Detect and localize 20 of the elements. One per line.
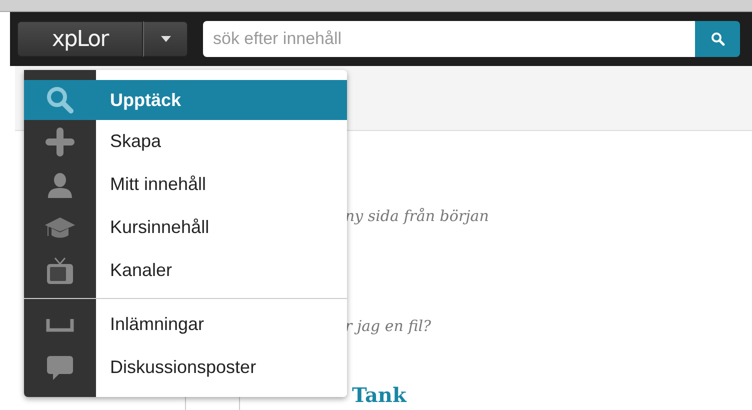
menu-item[interactable]: Kanaler xyxy=(24,249,347,292)
search-button[interactable] xyxy=(695,21,740,57)
menu-item[interactable]: Kursinnehåll xyxy=(24,206,347,249)
menu-item[interactable]: Skapa xyxy=(24,120,347,163)
search-field[interactable]: sök efter innehåll xyxy=(203,21,695,57)
menu-item[interactable]: Inlämningar xyxy=(24,303,347,346)
heading: Tank xyxy=(352,383,406,407)
dropdown-button[interactable] xyxy=(143,21,188,57)
search-icon xyxy=(710,32,724,46)
menu-item[interactable]: Upptäck xyxy=(24,80,347,120)
graduation-cap-icon xyxy=(45,216,75,240)
speech-bubble-icon xyxy=(45,354,75,382)
menu-item[interactable]: Mitt innehåll xyxy=(24,163,347,206)
menu-item[interactable]: Diskussionsposter xyxy=(24,346,347,389)
tv-icon xyxy=(45,256,75,286)
caret-icon xyxy=(160,36,170,42)
logo-button[interactable]: xpLor xyxy=(17,21,143,57)
search-icon xyxy=(45,85,75,115)
tray-icon xyxy=(45,316,75,332)
plus-icon xyxy=(45,126,75,156)
